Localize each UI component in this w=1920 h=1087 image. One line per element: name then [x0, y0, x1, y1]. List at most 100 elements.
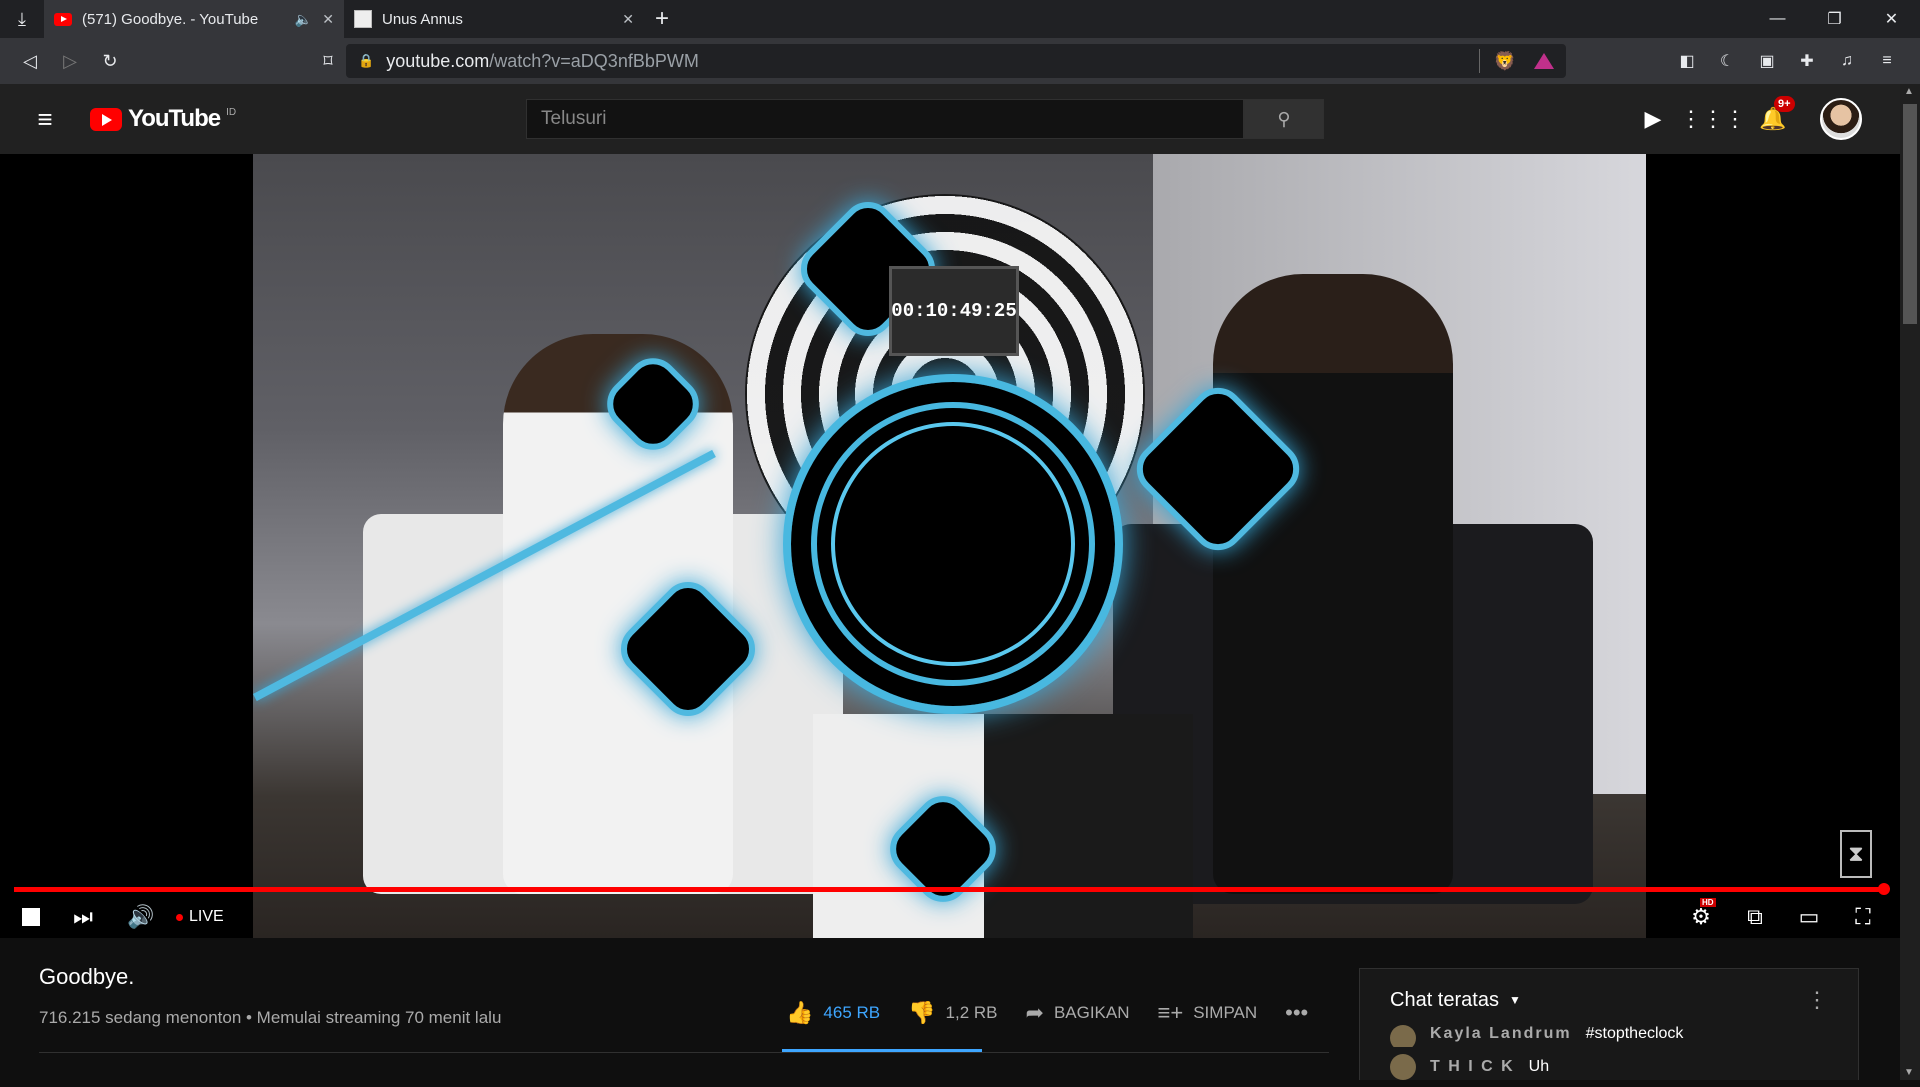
- save-label: SIMPAN: [1193, 1003, 1258, 1022]
- progress-bar[interactable]: [14, 887, 1886, 892]
- new-tab-button[interactable]: +: [644, 5, 680, 33]
- more-actions-button[interactable]: •••: [1285, 1000, 1308, 1026]
- avatar[interactable]: [1820, 98, 1862, 140]
- scroll-down-icon[interactable]: ▼: [1904, 1067, 1914, 1078]
- download-icon[interactable]: ⤓: [0, 0, 44, 38]
- url-bar[interactable]: 🔒 youtube.com /watch?v=aDQ3nfBbPWM 🦁: [346, 44, 1566, 78]
- tab-youtube[interactable]: (571) Goodbye. - YouTube 🔈 ✕: [44, 0, 344, 38]
- video-frame[interactable]: 00:10:49:25: [253, 154, 1646, 938]
- share-button[interactable]: ➦ BAGIKAN: [1026, 1000, 1130, 1026]
- chat-author[interactable]: Kayla Landrum: [1430, 1025, 1572, 1043]
- video-actions: 👍 465 RB 👎 1,2 RB ➦ BAGIKAN ≡+ SIMPAN ••…: [786, 1000, 1308, 1026]
- player-controls-right: ⚙ HD ⧉ ▭ ⛶: [1686, 898, 1878, 930]
- tab-unus-annus[interactable]: Unus Annus ✕: [344, 0, 644, 38]
- miniplayer-icon[interactable]: ⧉: [1740, 904, 1770, 930]
- more-horizontal-icon: •••: [1285, 1000, 1309, 1025]
- extension-icon[interactable]: ▣: [1756, 50, 1778, 72]
- chat-text: #stoptheclock: [1585, 1025, 1684, 1042]
- video-meta: 716.215 sedang menonton • Memulai stream…: [39, 1008, 502, 1027]
- brave-rewards-icon[interactable]: [1534, 53, 1554, 69]
- dislike-count: 1,2 RB: [945, 1003, 998, 1022]
- forward-icon[interactable]: ▷: [50, 51, 90, 72]
- close-tab-icon[interactable]: ✕: [322, 11, 334, 28]
- live-chat: Chat teratas ▼ ⋮ Kayla Landrum #stopthec…: [1359, 968, 1859, 1080]
- youtube-logo[interactable]: YouTube ID: [90, 105, 236, 133]
- more-vertical-icon[interactable]: ⋮: [1806, 987, 1828, 1013]
- video-title: Goodbye.: [39, 964, 135, 989]
- logo-text: YouTube: [128, 105, 221, 132]
- live-dot-icon: [176, 913, 183, 921]
- youtube-play-icon: [90, 107, 122, 131]
- scroll-up-icon[interactable]: ▲: [1904, 86, 1914, 97]
- window-controls: — ❐ ✕: [1749, 0, 1920, 38]
- youtube-header: ≡ YouTube ID ⚲ ▶ ⋮⋮⋮ 🔔9+: [0, 84, 1900, 154]
- tab-title: (571) Goodbye. - YouTube: [82, 10, 259, 28]
- live-indicator[interactable]: LIVE: [176, 908, 224, 926]
- media-controls-icon[interactable]: ♫: [1836, 50, 1858, 72]
- close-window-icon[interactable]: ✕: [1863, 0, 1920, 38]
- volume-icon[interactable]: 🔊: [126, 904, 156, 930]
- chat-text: Uh: [1528, 1058, 1550, 1075]
- share-arrow-icon: ➦: [1025, 1000, 1044, 1025]
- chat-header: Chat teratas ▼ ⋮: [1360, 969, 1858, 1031]
- chat-message: T H I C K Uh: [1360, 1047, 1858, 1087]
- stop-icon[interactable]: [22, 908, 40, 926]
- notifications-bell-icon[interactable]: 🔔 9+: [1759, 96, 1795, 132]
- back-icon[interactable]: ◁: [10, 51, 50, 72]
- like-button[interactable]: 👍 465 RB: [786, 1000, 880, 1026]
- address-toolbar: ◁ ▷ ↻ ⌑ 🔒 youtube.com /watch?v=aDQ3nfBbP…: [0, 38, 1920, 84]
- minimize-icon[interactable]: —: [1749, 0, 1806, 38]
- divider: [39, 1052, 1329, 1053]
- search-button[interactable]: ⚲: [1244, 99, 1324, 139]
- guide-menu-icon[interactable]: ≡: [0, 104, 90, 135]
- notification-badge: 9+: [1774, 96, 1795, 112]
- hd-badge: HD: [1700, 898, 1716, 907]
- thumbs-up-icon: 👍: [786, 1000, 814, 1025]
- search-input[interactable]: [526, 99, 1244, 139]
- audio-playing-icon[interactable]: 🔈: [295, 11, 312, 28]
- browser-tab-bar: ⤓ (571) Goodbye. - YouTube 🔈 ✕ Unus Annu…: [0, 0, 1920, 38]
- page-scrollbar[interactable]: ▲ ▼: [1900, 84, 1920, 1080]
- chat-author[interactable]: T H I C K: [1430, 1058, 1515, 1076]
- chat-message: Kayla Landrum #stoptheclock: [1360, 1025, 1858, 1047]
- unus-annus-favicon-icon: [354, 10, 372, 28]
- scrollbar-thumb[interactable]: [1903, 104, 1917, 324]
- fullscreen-icon[interactable]: ⛶: [1848, 904, 1878, 930]
- brave-shields-icon[interactable]: 🦁: [1494, 51, 1516, 72]
- dislike-button[interactable]: 👎 1,2 RB: [908, 1000, 997, 1026]
- puzzle-icon[interactable]: ✚: [1796, 50, 1818, 72]
- countdown-timer: 00:10:49:25: [889, 266, 1019, 356]
- settings-gear-icon[interactable]: ⚙ HD: [1686, 898, 1716, 930]
- chat-mode-label[interactable]: Chat teratas: [1390, 989, 1499, 1012]
- search-icon: ⚲: [1277, 108, 1291, 129]
- dark-reader-icon[interactable]: ☾: [1716, 50, 1738, 72]
- bitwarden-icon[interactable]: ◧: [1676, 50, 1698, 72]
- menu-icon[interactable]: ≡: [1876, 50, 1898, 72]
- url-host: youtube.com: [386, 50, 490, 71]
- youtube-favicon-icon: [54, 12, 72, 26]
- url-divider: [1478, 49, 1480, 73]
- country-code: ID: [226, 107, 237, 118]
- player-controls: ⏭ 🔊 LIVE ⚙ HD ⧉ ▭ ⛶: [0, 896, 1900, 938]
- bookmark-icon[interactable]: ⌑: [310, 51, 346, 72]
- share-label: BAGIKAN: [1053, 1003, 1130, 1022]
- video-player[interactable]: 00:10:49:25 ⧗ ⏭ 🔊 LIVE ⚙ HD ⧉ ▭ ⛶: [0, 154, 1900, 938]
- close-tab-icon[interactable]: ✕: [622, 11, 634, 28]
- progress-scrubber[interactable]: [1878, 883, 1890, 895]
- tab-title: Unus Annus: [382, 10, 463, 28]
- reload-icon[interactable]: ↻: [90, 51, 130, 72]
- search-box: ⚲: [526, 99, 1324, 139]
- theater-mode-icon[interactable]: ▭: [1794, 904, 1824, 930]
- glowing-ring-overlay: [783, 374, 1123, 714]
- create-video-icon[interactable]: ▶: [1640, 106, 1666, 132]
- save-button[interactable]: ≡+ SIMPAN: [1158, 1000, 1258, 1026]
- avatar: [1390, 1054, 1416, 1080]
- channel-watermark-icon[interactable]: ⧗: [1840, 830, 1872, 878]
- restore-icon[interactable]: ❐: [1806, 0, 1863, 38]
- chevron-down-icon[interactable]: ▼: [1509, 993, 1521, 1007]
- add-to-playlist-icon: ≡+: [1157, 1000, 1184, 1025]
- lock-icon[interactable]: 🔒: [358, 53, 374, 69]
- next-icon[interactable]: ⏭: [68, 904, 98, 930]
- apps-grid-icon[interactable]: ⋮⋮⋮: [1680, 106, 1746, 132]
- extensions-area: ◧ ☾ ▣ ✚ ♫ ≡: [1676, 50, 1898, 72]
